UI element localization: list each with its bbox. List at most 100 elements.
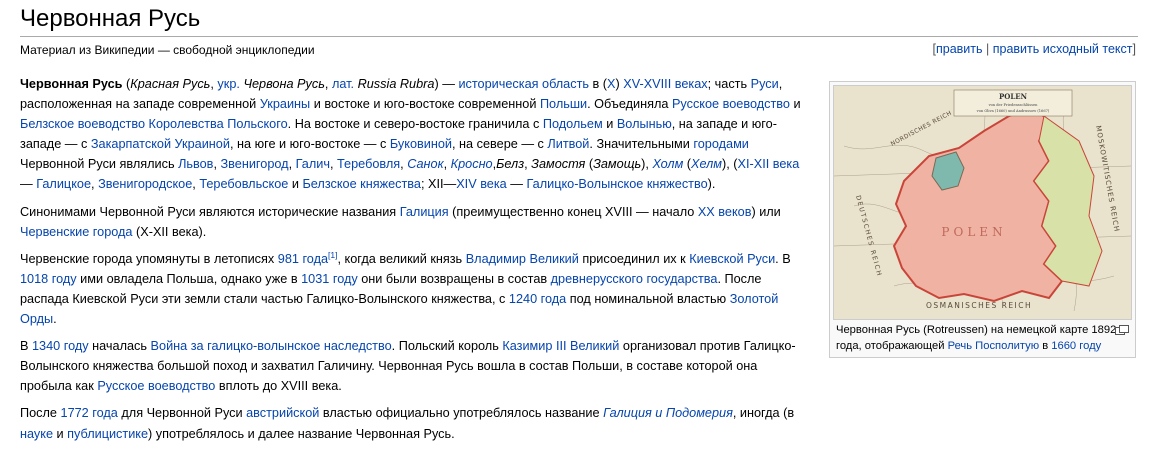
edit-link[interactable]: править (936, 42, 983, 56)
article-link[interactable]: Польши (540, 97, 587, 111)
italic-text: Белз (496, 157, 525, 172)
article-link[interactable]: XI-XII века (738, 157, 800, 171)
article-link[interactable]: Речь Посполитую (948, 340, 1040, 352)
article-link[interactable]: Украины (260, 97, 310, 111)
text-run: началась (88, 339, 151, 354)
article-link[interactable]: 1772 года (61, 406, 118, 420)
site-subtitle: Материал из Википедии — свободной энцикл… (20, 43, 315, 57)
footnote-ref[interactable]: [1] (328, 250, 337, 260)
edit-separator: | (982, 42, 993, 56)
text-run: . Значительными (589, 137, 694, 152)
text-run: в (1039, 340, 1052, 352)
article-link[interactable]: Белзское княжества (302, 177, 421, 191)
historical-map: POLEN von der Friedensschlüssen von Oliv… (834, 86, 1131, 319)
text-run: ; XII— (420, 177, 457, 192)
text-run: ; часть (707, 77, 751, 91)
article-link[interactable]: 981 года (278, 252, 328, 266)
article-link[interactable]: древнерусского государства (551, 272, 718, 286)
map-image[interactable]: POLEN von der Friedensschlüssen von Oliv… (833, 85, 1132, 320)
text-run: , на севере — с (452, 137, 548, 152)
italic-text: Червона Русь (243, 77, 325, 91)
article-link[interactable]: Хелм (691, 157, 722, 171)
text-run: . На востоке и северо-востоке граничила … (287, 117, 543, 132)
article-link[interactable]: Холм (652, 157, 683, 171)
article-link[interactable]: историческая область (458, 77, 589, 91)
text-run: . (53, 312, 57, 327)
article-link[interactable]: X (607, 77, 615, 91)
article-link[interactable]: Теребовля (337, 157, 400, 171)
text-run: , (443, 157, 451, 172)
text-run: ), (641, 157, 653, 172)
article-link[interactable]: Война за галицко-волынское наследство (151, 339, 392, 353)
article-link[interactable]: Галиция (400, 205, 449, 219)
article-link[interactable]: 1018 году (20, 272, 77, 286)
article-link[interactable]: Червенские города (20, 225, 133, 239)
map-label-south: OSMANISCHES REICH (926, 301, 1032, 310)
article-link[interactable]: Теребовльское (199, 177, 288, 191)
text-run: ) — (434, 77, 459, 91)
footnote-link[interactable]: [1] (328, 250, 337, 260)
text-run: В (20, 339, 32, 354)
article-link[interactable]: Галиция и Подомерия (603, 406, 733, 420)
article-link[interactable]: Русское воеводство (97, 379, 215, 393)
article-link[interactable]: лат. (332, 77, 354, 91)
edit-source-link[interactable]: править исходный текст (993, 42, 1133, 56)
text-run: , (324, 77, 332, 91)
article-link[interactable]: публицистике (67, 427, 148, 441)
text-run: вплоть до XVIII века. (215, 379, 342, 394)
article-link[interactable]: Литвой (547, 137, 589, 151)
article-link[interactable]: Кросно (451, 157, 493, 171)
edit-close-bracket: ] (1132, 42, 1136, 56)
edit-links: [править | править исходный текст] (932, 42, 1136, 56)
article-link[interactable]: Звенигород (221, 157, 289, 171)
article-link[interactable]: Белзское воеводство (20, 117, 145, 131)
article-body: Червонная Русь (Красная Русь, укр. Черво… (20, 74, 810, 451)
article-link[interactable]: Закарпатской Украиной (91, 137, 230, 151)
text-run: . Объединяла (587, 97, 672, 112)
map-figure: POLEN von der Friedensschlüssen von Oliv… (829, 81, 1136, 358)
page-title: Червонная Русь (20, 2, 1138, 37)
magnify-front-box (1119, 325, 1129, 333)
article-link[interactable]: городами (693, 137, 749, 151)
article-link[interactable]: австрийской (246, 406, 319, 420)
article-link[interactable]: Киевской Руси (689, 252, 775, 266)
article-link[interactable]: 1031 году (301, 272, 358, 286)
article-link[interactable]: 1660 году (1051, 340, 1101, 352)
article-link[interactable]: Подольем (543, 117, 603, 131)
magnify-icon[interactable] (1115, 325, 1129, 335)
article-link[interactable]: Галич (296, 157, 330, 171)
article-paragraph: В 1340 году началась Война за галицко-во… (20, 336, 810, 396)
article-link[interactable]: XIV века (456, 177, 507, 191)
text-run: и (53, 426, 68, 441)
map-label-center: POLEN (941, 225, 1006, 239)
article-link[interactable]: Русское воеводство (672, 97, 790, 111)
article-link[interactable]: Владимир Великий (466, 252, 579, 266)
article-link[interactable]: Руси (751, 77, 779, 91)
article-link[interactable]: Казимир III Великий (502, 339, 619, 353)
article-link[interactable]: Буковиной (390, 137, 452, 151)
article-link[interactable]: 1340 году (32, 339, 89, 353)
text-run: под номинальной властью (566, 291, 730, 306)
article-link[interactable]: Галицкое (36, 177, 91, 191)
text-run: — (20, 177, 37, 192)
article-link[interactable]: укр. (217, 77, 239, 91)
text-run: они были возвращены в состав (357, 271, 551, 286)
text-run: Синонимами Червонной Руси являются истор… (20, 204, 400, 219)
text-run: , (329, 157, 338, 172)
article-link[interactable]: Волынью (617, 117, 672, 131)
article-link[interactable]: XX веков (698, 205, 752, 219)
article-link[interactable]: науке (20, 427, 53, 441)
article-link[interactable]: 1240 года (509, 292, 566, 306)
article-paragraph: Червенские города упомянуты в летописях … (20, 249, 810, 329)
article-link[interactable]: Галицко-Волынское княжество (526, 177, 707, 191)
italic-text: Russia Rubra (357, 77, 435, 91)
article-link[interactable]: Санок (407, 157, 443, 171)
text-run: Червонной Руси являлись (20, 157, 179, 172)
article-link[interactable]: Звенигородское (98, 177, 192, 191)
article-link[interactable]: Королевства Польского (149, 117, 288, 131)
article-link[interactable]: Львов (178, 157, 213, 171)
text-run: . В (775, 251, 791, 266)
article-link[interactable]: XV-XVIII веках (623, 77, 707, 91)
text-run: ими овладела Польша, однако уже в (76, 271, 302, 286)
text-run: — (506, 177, 527, 192)
